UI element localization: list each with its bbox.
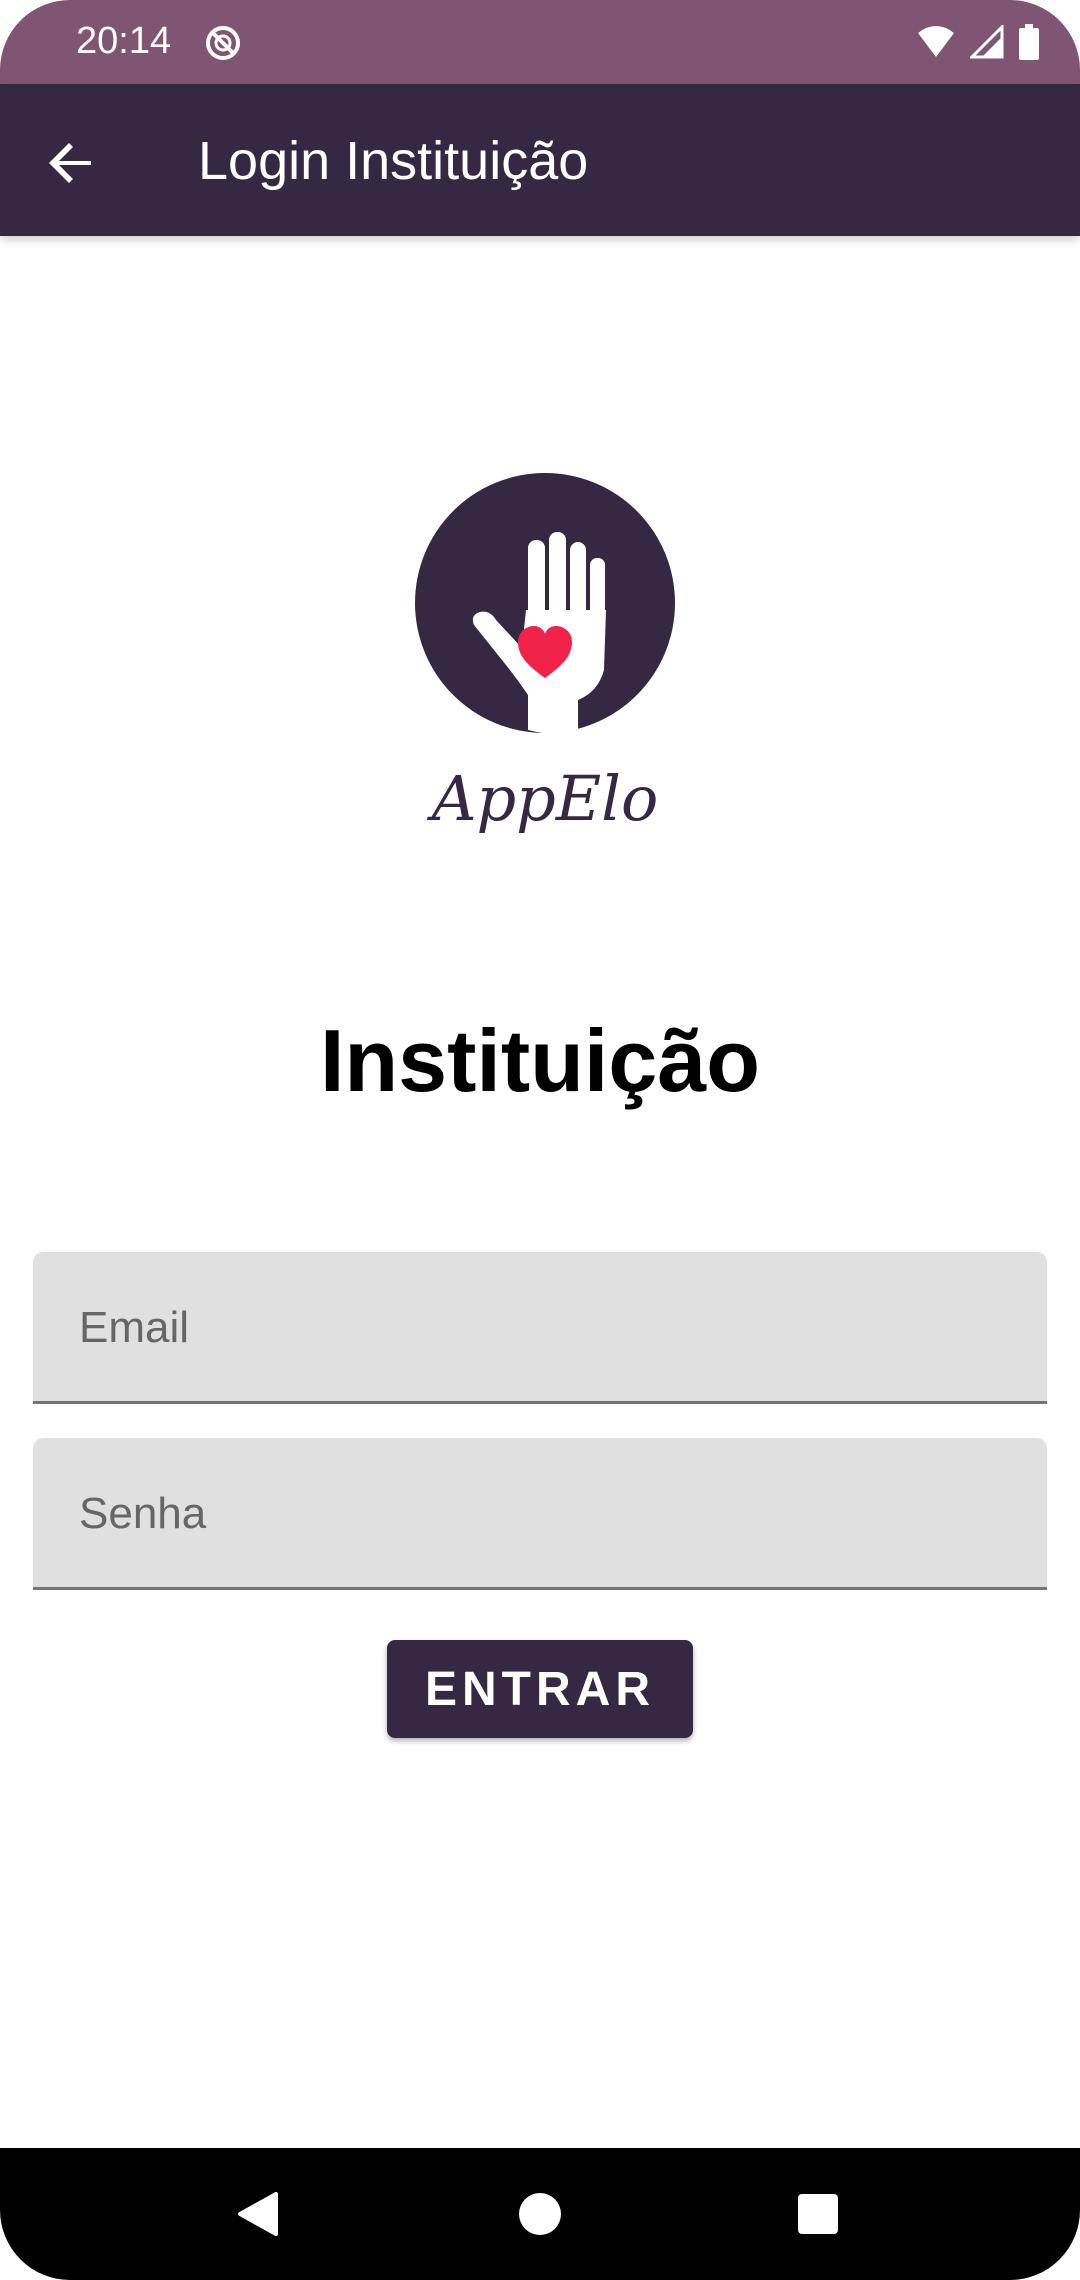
- enter-button[interactable]: ENTRAR: [387, 1640, 693, 1738]
- logo-text: AppElo: [427, 762, 659, 835]
- status-bar: 20:14: [0, 0, 1080, 84]
- recents-square-icon: [798, 2194, 838, 2234]
- wifi-icon: [918, 26, 954, 57]
- page-title: Login Instituição: [198, 131, 589, 191]
- email-input[interactable]: [77, 1252, 1011, 1403]
- app-bar: Login Instituição: [0, 84, 1080, 236]
- nav-back-button[interactable]: [228, 2184, 288, 2244]
- email-field[interactable]: [33, 1252, 1047, 1404]
- nav-home-button[interactable]: [510, 2184, 570, 2244]
- logo-graphic: AppElo: [415, 473, 675, 835]
- signal-icon: [970, 25, 1004, 59]
- back-triangle-icon: [238, 2192, 278, 2236]
- navigation-bar: [0, 2148, 1080, 2280]
- password-input[interactable]: [77, 1438, 1011, 1589]
- arrow-back-icon: [49, 143, 91, 183]
- do-not-disturb-icon: [206, 26, 240, 60]
- status-icons: [916, 24, 1040, 60]
- back-button[interactable]: [36, 128, 106, 198]
- app-logo: AppElo: [410, 470, 680, 850]
- section-heading: Instituição: [319, 1011, 761, 1110]
- status-time: 20:14: [76, 20, 172, 62]
- home-circle-icon: [519, 2193, 561, 2235]
- nav-recents-button[interactable]: [788, 2184, 848, 2244]
- battery-icon: [1019, 24, 1039, 60]
- password-field[interactable]: [33, 1438, 1047, 1590]
